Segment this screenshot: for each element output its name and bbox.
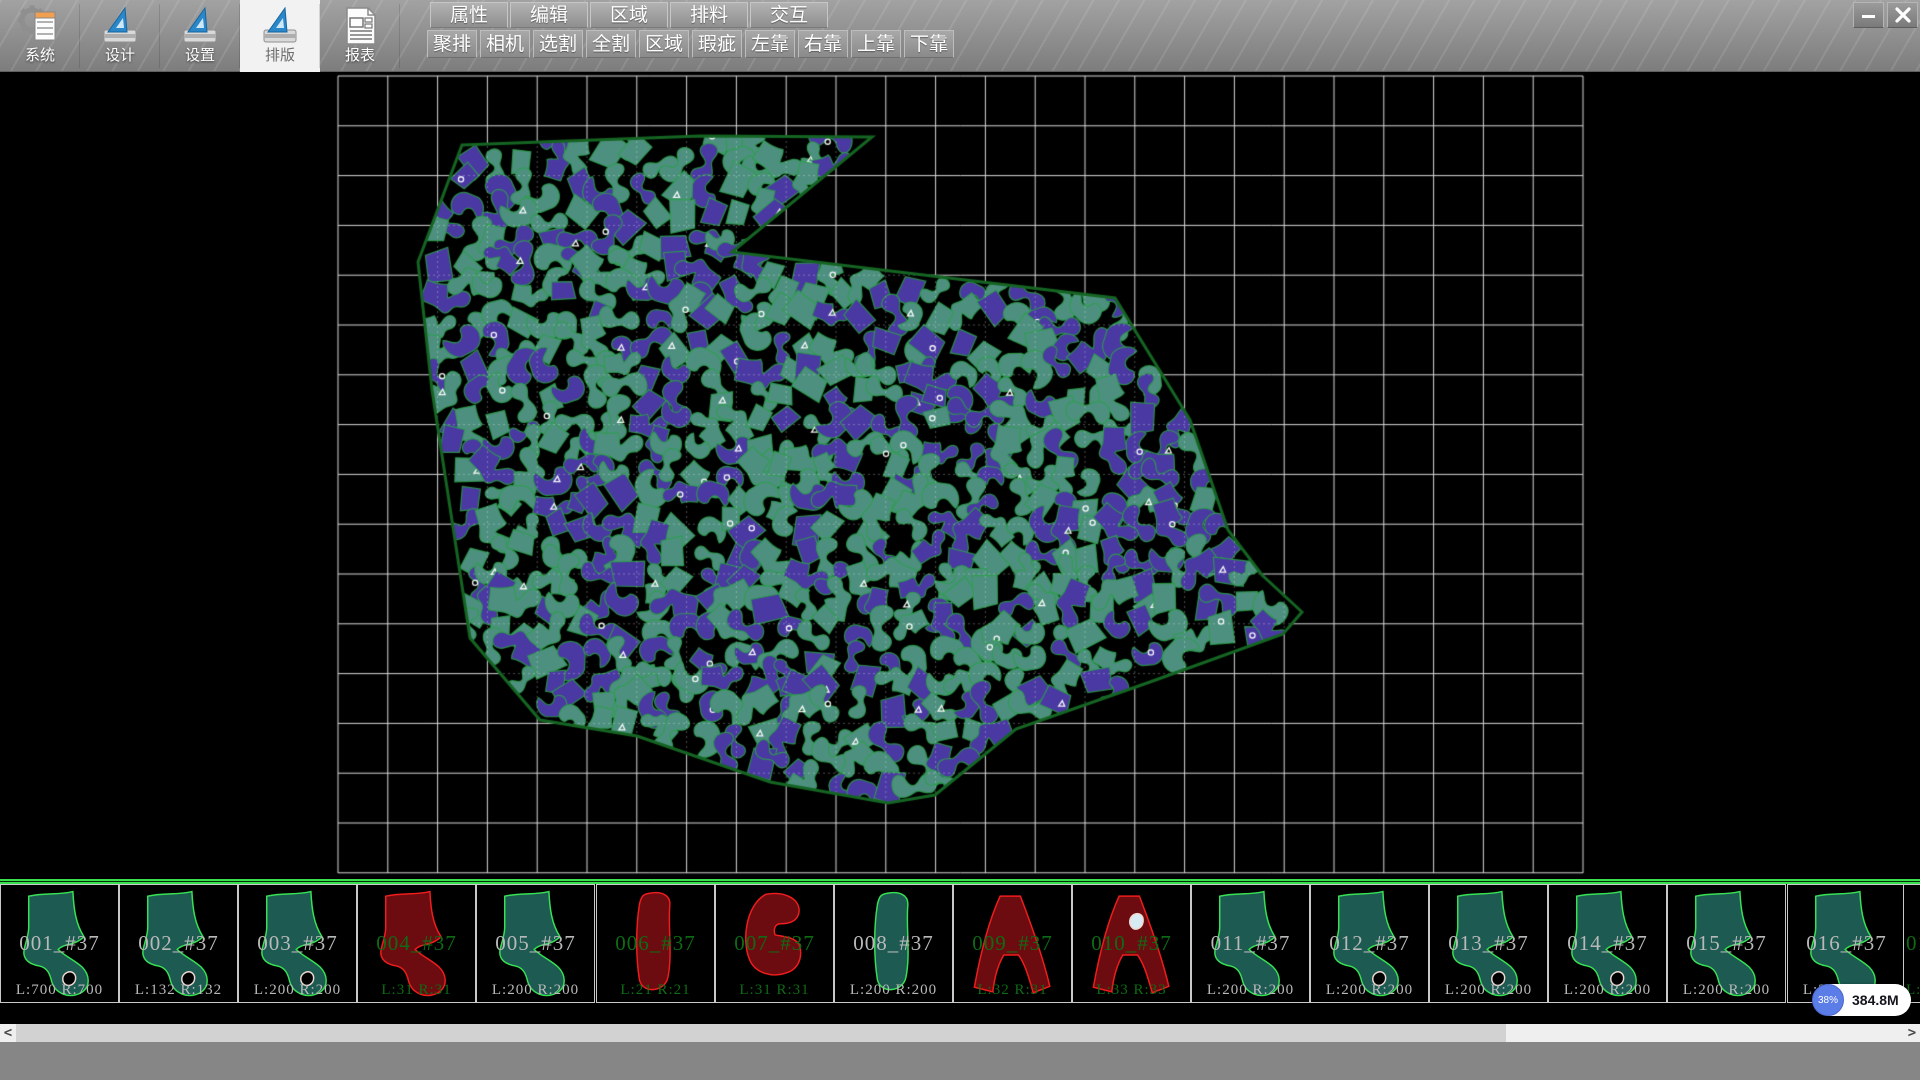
progress-circle: 38% — [1812, 984, 1844, 1016]
part-lr-count: L:200 R:200 — [477, 982, 594, 999]
toolbar-divider — [399, 4, 400, 68]
scrollbar-thumb[interactable] — [16, 1024, 1506, 1042]
scroll-right-icon[interactable]: > — [1904, 1024, 1920, 1042]
part-label: 012_#37 — [1311, 931, 1428, 956]
part-lr-count: L:33 R:33 — [1073, 982, 1190, 999]
menu-tab-属性[interactable]: 属性 — [430, 2, 508, 28]
part-label: 001_#37 — [1, 931, 118, 956]
part-thumbnail-017_#37[interactable]: 017_#37L:2 — [1903, 884, 1920, 1003]
tool-button-上靠[interactable]: 上靠 — [851, 30, 901, 58]
menu-tab-row: 属性编辑区域排料交互 — [430, 2, 828, 28]
part-label: 005_#37 — [477, 931, 594, 956]
part-thumbnail-005_#37[interactable]: 005_#37 L:200 R:200 — [476, 884, 595, 1003]
part-lr-count: L:32 R:31 — [954, 982, 1071, 999]
tool-button-相机[interactable]: 相机 — [480, 30, 530, 58]
ruler-icon — [258, 4, 302, 48]
toolbar-item-label: 系统 — [0, 48, 80, 64]
part-label: 011_#37 — [1192, 931, 1309, 956]
toolbar-item-label: 设计 — [80, 48, 160, 64]
part-label: 017_#37 — [1904, 931, 1920, 956]
toolbar-item-label: 排版 — [240, 48, 320, 64]
menu-tab-区域[interactable]: 区域 — [590, 2, 668, 28]
part-label: 007_#37 — [716, 931, 833, 956]
tool-button-左靠[interactable]: 左靠 — [745, 30, 795, 58]
part-label: 009_#37 — [954, 931, 1071, 956]
tool-button-区域[interactable]: 区域 — [639, 30, 689, 58]
toolbar-item-label: 报表 — [320, 48, 400, 64]
gear-spreadsheet-icon — [18, 4, 62, 48]
part-thumbnail-010_#37[interactable]: 010_#37 L:33 R:33 — [1072, 884, 1191, 1003]
part-lr-count: L:200 R:200 — [835, 982, 952, 999]
part-thumbnail-006_#37[interactable]: 006_#37 L:21 R:21 — [596, 884, 715, 1003]
ruler-icon — [178, 4, 222, 48]
menu-tab-交互[interactable]: 交互 — [750, 2, 828, 28]
part-lr-count: L:21 R:21 — [597, 982, 714, 999]
tool-button-聚排[interactable]: 聚排 — [427, 30, 477, 58]
part-thumbnail-003_#37[interactable]: 003_#37 L:200 R:200 — [238, 884, 357, 1003]
tool-button-瑕疵[interactable]: 瑕疵 — [692, 30, 742, 58]
close-button[interactable] — [1887, 2, 1918, 28]
part-thumbnail-013_#37[interactable]: 013_#37 L:200 R:200 — [1429, 884, 1548, 1003]
part-lr-count: L:31 R:31 — [716, 982, 833, 999]
part-lr-count: L:200 R:200 — [1192, 982, 1309, 999]
part-label: 015_#37 — [1668, 931, 1785, 956]
report-icon — [338, 4, 382, 48]
memory-badge: 38% 384.8M — [1813, 984, 1911, 1016]
part-thumbnail-015_#37[interactable]: 015_#37 L:200 R:200 — [1667, 884, 1786, 1003]
part-lr-count: L:200 R:200 — [1311, 982, 1428, 999]
part-thumbnail-007_#37[interactable]: 007_#37 L:31 R:31 — [715, 884, 834, 1003]
toolbar-item-排版[interactable]: 排版 — [240, 0, 320, 72]
horizontal-scrollbar[interactable]: < > — [0, 1022, 1920, 1042]
titlebar: 系统设计设置排版报表 属性编辑区域排料交互 聚排相机选割全割区域瑕疵左靠右靠上靠… — [0, 0, 1920, 72]
part-thumbnail-008_#37[interactable]: 008_#37 L:200 R:200 — [834, 884, 953, 1003]
status-bar — [0, 1042, 1920, 1080]
menu-tab-编辑[interactable]: 编辑 — [510, 2, 588, 28]
thumbnail-strip: 001_#37L:700 R:700002_#37L:132 R:132003_… — [0, 884, 1920, 1003]
part-lr-count: L:31 R:31 — [358, 982, 475, 999]
part-label: 016_#37 — [1788, 931, 1905, 956]
minimize-button[interactable] — [1853, 2, 1884, 28]
menu-tab-排料[interactable]: 排料 — [670, 2, 748, 28]
toolbar-item-报表[interactable]: 报表 — [320, 0, 400, 72]
application-window: 系统设计设置排版报表 属性编辑区域排料交互 聚排相机选割全割区域瑕疵左靠右靠上靠… — [0, 0, 1920, 1080]
part-label: 010_#37 — [1073, 931, 1190, 956]
part-thumbnail-004_#37[interactable]: 004_#37 L:31 R:31 — [357, 884, 476, 1003]
part-label: 002_#37 — [120, 931, 237, 956]
part-lr-count: L:200 R:200 — [1430, 982, 1547, 999]
part-lr-count: L:200 R:200 — [239, 982, 356, 999]
part-thumbnail-014_#37[interactable]: 014_#37 L:200 R:200 — [1548, 884, 1667, 1003]
part-label: 008_#37 — [835, 931, 952, 956]
tool-button-row: 聚排相机选割全割区域瑕疵左靠右靠上靠下靠 — [427, 30, 954, 58]
tool-button-选割[interactable]: 选割 — [533, 30, 583, 58]
part-label: 013_#37 — [1430, 931, 1547, 956]
part-label: 004_#37 — [358, 931, 475, 956]
part-lr-count: L:200 R:200 — [1668, 982, 1785, 999]
part-thumbnail-009_#37[interactable]: 009_#37 L:32 R:31 — [953, 884, 1072, 1003]
part-lr-count: L:200 R:200 — [1549, 982, 1666, 999]
tool-button-下靠[interactable]: 下靠 — [904, 30, 954, 58]
part-thumbnail-001_#37[interactable]: 001_#37 L:700 R:700 — [0, 884, 119, 1003]
toolbar-item-设计[interactable]: 设计 — [80, 0, 160, 72]
part-thumbnail-012_#37[interactable]: 012_#37 L:200 R:200 — [1310, 884, 1429, 1003]
nesting-canvas[interactable] — [0, 72, 1920, 879]
tool-button-右靠[interactable]: 右靠 — [798, 30, 848, 58]
tool-button-全割[interactable]: 全割 — [586, 30, 636, 58]
close-icon — [1895, 7, 1911, 23]
ruler-icon — [98, 4, 142, 48]
toolbar-item-设置[interactable]: 设置 — [160, 0, 240, 72]
part-label: 003_#37 — [239, 931, 356, 956]
toolbar-item-label: 设置 — [160, 48, 240, 64]
part-lr-count: L:132 R:132 — [120, 982, 237, 999]
part-lr-count: L:700 R:700 — [1, 982, 118, 999]
memory-size: 384.8M — [1844, 992, 1911, 1008]
part-thumbnail-011_#37[interactable]: 011_#37 L:200 R:200 — [1191, 884, 1310, 1003]
minimize-icon — [1861, 8, 1876, 23]
part-label: 014_#37 — [1549, 931, 1666, 956]
scroll-left-icon[interactable]: < — [0, 1024, 16, 1042]
progress-percent: 38% — [1818, 995, 1838, 1006]
part-thumbnail-002_#37[interactable]: 002_#37 L:132 R:132 — [119, 884, 238, 1003]
toolbar-item-系统[interactable]: 系统 — [0, 0, 80, 72]
part-label: 006_#37 — [597, 931, 714, 956]
